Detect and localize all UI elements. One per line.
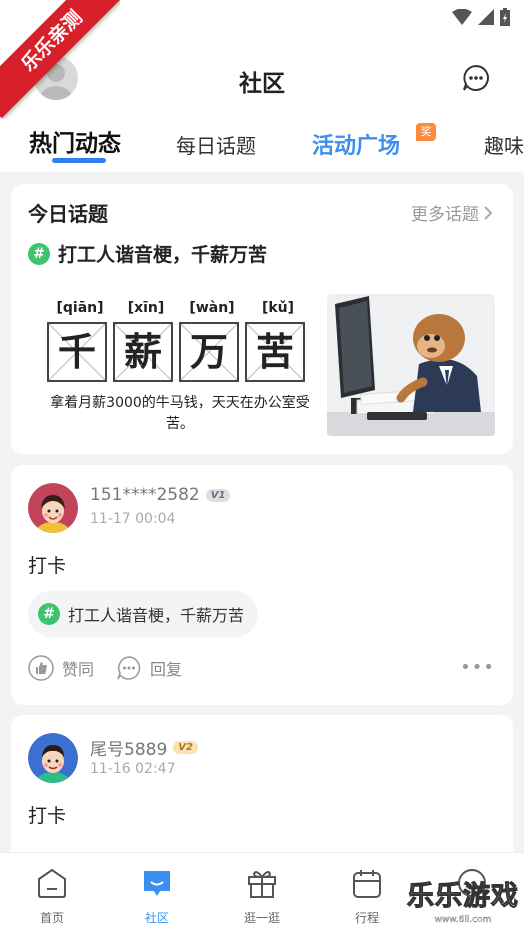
like-button[interactable]: 赞同 <box>28 655 94 681</box>
corner-ribbon-label: 乐乐亲测 <box>0 0 120 119</box>
tab-fun[interactable]: 趣味 <box>484 130 524 159</box>
post-text: 打卡 <box>28 555 67 577</box>
post-text: 打卡 <box>28 805 67 827</box>
level-badge: V2 <box>173 741 198 754</box>
monkey-office-image <box>327 294 495 436</box>
character-box: 千 <box>47 322 107 382</box>
like-label: 赞同 <box>62 660 95 679</box>
character: 苦 <box>255 330 294 374</box>
more-topics-label: 更多话题 <box>411 205 479 225</box>
topic-title-row[interactable]: # 打工人谐音梗，千薪万苦 <box>28 240 267 267</box>
signal-icon <box>478 9 494 25</box>
tab-activity-square[interactable]: 活动广场 <box>312 128 400 160</box>
daily-topic-card[interactable]: 今日话题 更多话题 # 打工人谐音梗，千薪万苦 [qiān] [xīn] [wà… <box>11 184 513 454</box>
pinyin-row: [qiān] [xīn] [wàn] [kǔ] <box>47 300 311 316</box>
watermark-text: 乐乐游戏 <box>407 881 519 913</box>
character-row: 千 薪 万 苦 <box>47 322 311 382</box>
pinyin: [wàn] <box>189 300 235 316</box>
home-icon <box>38 868 66 898</box>
pinyin: [kǔ] <box>261 300 295 316</box>
user-avatar[interactable] <box>28 733 78 783</box>
topic-banner[interactable]: [qiān] [xīn] [wàn] [kǔ] 千 薪 万 苦 拿着月薪3000… <box>47 294 497 439</box>
chat-bubble-icon <box>463 64 489 91</box>
topic-chip[interactable]: # 打工人谐音梗，千薪万苦 <box>28 591 259 637</box>
nav-label: 社区 <box>144 911 169 925</box>
nav-label: 行程 <box>354 911 379 925</box>
post-card[interactable]: 151****2582 V1 11-17 00:04 打卡 # 打工人谐音梗，千… <box>11 465 513 705</box>
character-box: 万 <box>179 322 239 382</box>
watermark-logo: 乐乐游戏 www.6ll.com <box>404 880 522 930</box>
card-heading: 今日话题 <box>28 202 108 226</box>
tab-daily-topic[interactable]: 每日话题 <box>176 130 256 159</box>
topic-chip-label: 打工人谐音梗，千薪万苦 <box>68 606 245 625</box>
nav-home[interactable]: 首页 <box>12 867 92 926</box>
post-time: 11-17 00:04 <box>90 511 176 527</box>
nav-community[interactable]: 社区 <box>117 867 197 926</box>
pinyin: [xīn] <box>127 300 165 316</box>
nav-explore[interactable]: 逛一逛 <box>222 867 302 926</box>
hashtag-icon: # <box>38 603 60 625</box>
username: 尾号5889 <box>90 740 168 760</box>
post-actions: 赞同 回复 <box>28 655 182 681</box>
nav-label: 首页 <box>39 911 64 925</box>
character: 千 <box>57 330 96 374</box>
comment-icon <box>117 656 141 680</box>
reward-badge: 奖 <box>416 123 436 141</box>
post-time: 11-16 02:47 <box>90 761 176 777</box>
character-box: 苦 <box>245 322 305 382</box>
tab-bar: 热门动态 每日话题 活动广场 奖 趣味 <box>0 112 524 172</box>
active-tab-indicator <box>52 158 106 163</box>
community-icon <box>144 871 170 896</box>
character-box: 薪 <box>113 322 173 382</box>
message-button[interactable] <box>462 64 490 92</box>
more-topics-link[interactable]: 更多话题 <box>411 200 493 225</box>
corner-ribbon: 乐乐亲测 <box>0 0 120 120</box>
more-options-icon[interactable]: ••• <box>460 657 495 678</box>
reply-label: 回复 <box>150 660 183 679</box>
username: 151****2582 <box>90 485 200 505</box>
nav-label: 逛一逛 <box>243 911 280 925</box>
hashtag-icon: # <box>28 242 50 265</box>
user-avatar[interactable] <box>28 483 78 533</box>
battery-icon <box>500 8 510 26</box>
pinyin: [qiān] <box>56 300 104 316</box>
topic-title: 打工人谐音梗，千薪万苦 <box>58 244 268 266</box>
calendar-icon <box>353 870 381 898</box>
character: 薪 <box>123 330 162 374</box>
thumbs-up-icon <box>28 655 54 681</box>
post-author[interactable]: 尾号5889 V2 <box>90 735 198 760</box>
reply-button[interactable]: 回复 <box>116 655 182 681</box>
nav-trips[interactable]: 行程 <box>327 867 407 926</box>
watermark-url: www.6ll.com <box>434 915 492 925</box>
level-badge: V1 <box>205 488 231 502</box>
banner-caption: 拿着月薪3000的牛马钱，天天在办公室受苦。 <box>50 395 310 432</box>
wifi-icon <box>452 9 472 25</box>
gift-icon <box>248 871 276 898</box>
post-author[interactable]: 151****2582 V1 <box>90 485 231 505</box>
character: 万 <box>189 330 228 374</box>
chevron-right-icon <box>484 205 493 220</box>
tab-hot[interactable]: 热门动态 <box>29 124 121 158</box>
